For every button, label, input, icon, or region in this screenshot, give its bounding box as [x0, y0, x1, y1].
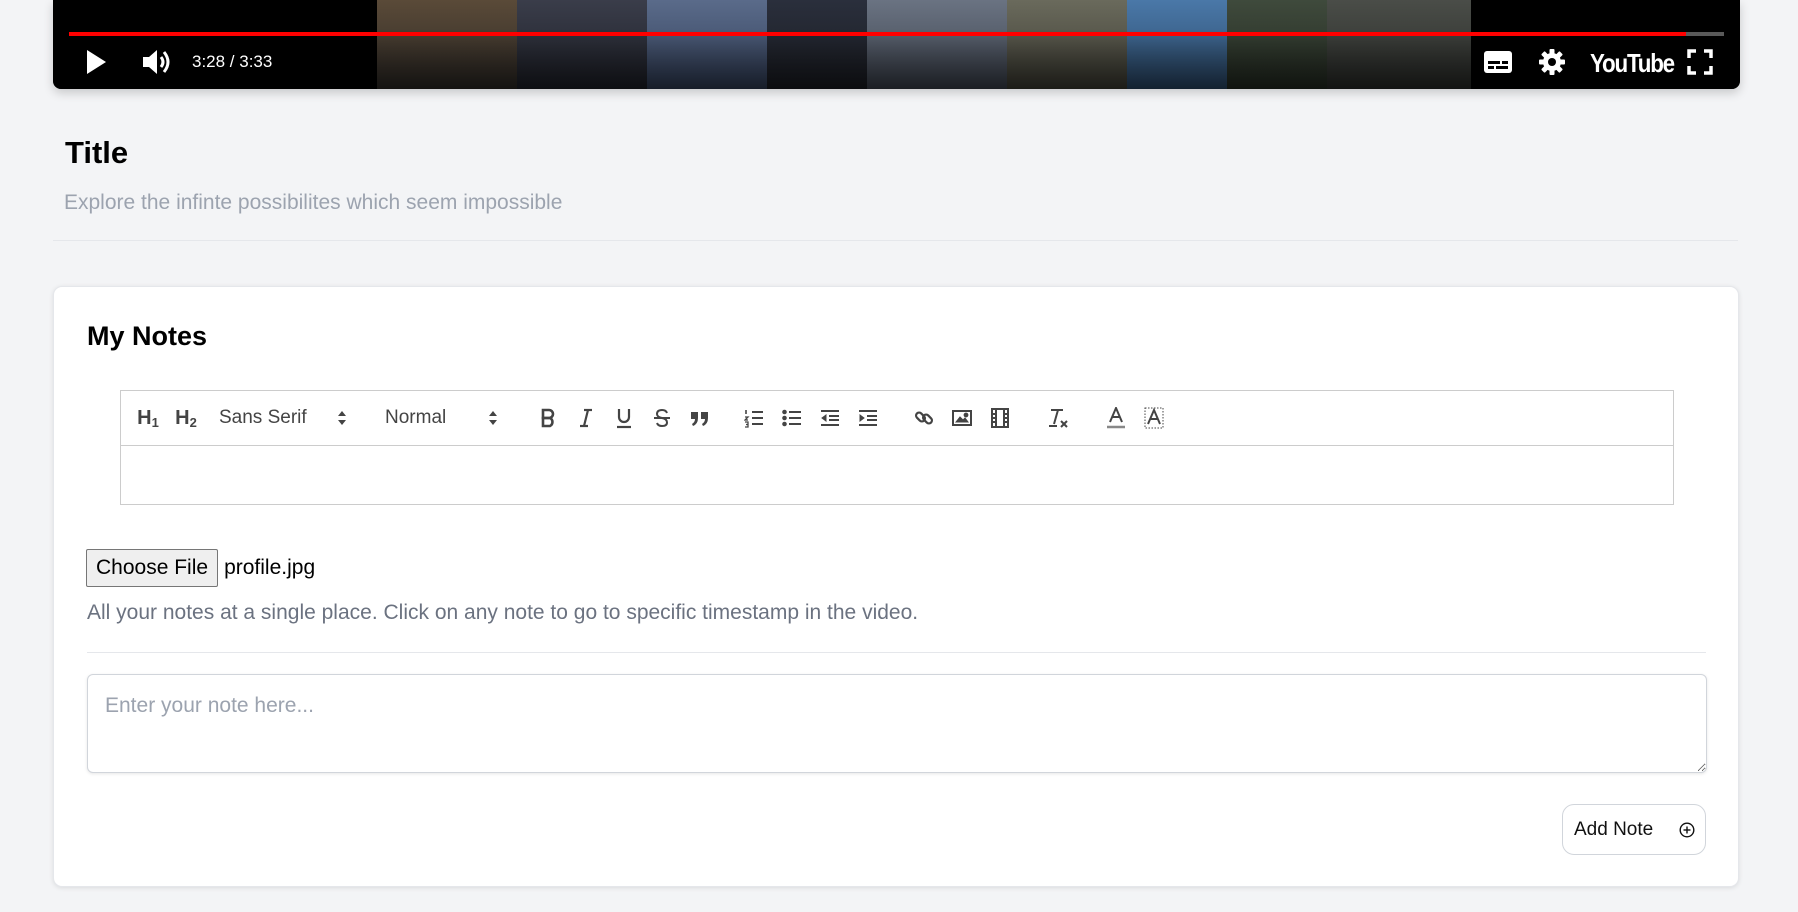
font-family-label: Sans Serif	[219, 407, 307, 428]
link-button[interactable]	[911, 405, 937, 431]
fullscreen-button[interactable]	[1683, 44, 1717, 80]
gear-icon	[1538, 48, 1566, 76]
background-color-button[interactable]	[1141, 405, 1167, 431]
video-icon	[990, 408, 1010, 428]
bold-button[interactable]	[535, 405, 561, 431]
background-color-icon	[1144, 407, 1164, 429]
clear-format-button[interactable]	[1045, 405, 1071, 431]
bold-icon	[539, 408, 557, 428]
choose-file-button[interactable]: Choose File	[86, 549, 219, 587]
play-button[interactable]	[79, 44, 113, 80]
progress-fill	[69, 32, 1686, 36]
indent-icon	[858, 408, 878, 428]
italic-button[interactable]	[573, 405, 599, 431]
plus-circle-icon	[1679, 821, 1695, 838]
editor-content[interactable]	[121, 447, 1673, 504]
image-icon	[952, 409, 972, 427]
ordered-list-button[interactable]	[741, 405, 767, 431]
video-description: Explore the infinte possibilites which s…	[64, 191, 563, 214]
ordered-list-icon	[744, 408, 764, 428]
note-textarea[interactable]	[87, 674, 1707, 773]
video-player[interactable]: 3:28 / 3:33 YouTube	[53, 0, 1740, 89]
link-icon	[914, 408, 934, 428]
play-icon	[84, 49, 108, 75]
strike-icon	[653, 408, 671, 428]
image-button[interactable]	[949, 405, 975, 431]
heading-1-icon: H1	[137, 406, 159, 430]
clear-format-icon	[1047, 407, 1069, 429]
video-title: Title	[65, 135, 129, 170]
fullscreen-icon	[1687, 49, 1713, 75]
font-family-select[interactable]: Sans Serif	[219, 405, 347, 431]
select-arrows-icon	[337, 409, 347, 427]
editor-toolbar: H1 H2 Sans Serif Normal	[121, 391, 1673, 446]
add-note-label: Add Note	[1574, 818, 1654, 840]
add-note-button[interactable]: Add Note	[1562, 804, 1706, 855]
rich-text-editor: H1 H2 Sans Serif Normal	[120, 390, 1674, 505]
strike-button[interactable]	[649, 405, 675, 431]
blockquote-icon	[690, 409, 710, 427]
divider	[87, 652, 1706, 653]
bullet-list-icon	[782, 408, 802, 428]
indent-button[interactable]	[855, 405, 881, 431]
notes-card: My Notes H1 H2 Sans Serif Normal Choose …	[53, 286, 1739, 887]
heading-1-button[interactable]: H1	[135, 405, 161, 431]
file-input[interactable]: Choose File profile.jpg	[86, 549, 315, 587]
volume-icon	[141, 48, 173, 76]
notes-help-text: All your notes at a single place. Click …	[87, 601, 919, 624]
bullet-list-button[interactable]	[779, 405, 805, 431]
blockquote-button[interactable]	[687, 405, 713, 431]
youtube-logo[interactable]: YouTube	[1590, 48, 1675, 79]
underline-icon	[615, 407, 633, 429]
subtitles-button[interactable]	[1481, 44, 1515, 80]
italic-icon	[578, 408, 594, 428]
text-color-icon	[1106, 407, 1126, 429]
heading-2-button[interactable]: H2	[173, 405, 199, 431]
outdent-icon	[820, 408, 840, 428]
video-button[interactable]	[987, 405, 1013, 431]
settings-button[interactable]	[1535, 44, 1569, 80]
file-name: profile.jpg	[224, 556, 316, 579]
heading-2-icon: H2	[175, 406, 197, 430]
font-size-label: Normal	[385, 407, 447, 428]
subtitles-icon	[1484, 51, 1512, 73]
divider	[53, 240, 1738, 241]
text-color-button[interactable]	[1103, 405, 1129, 431]
time-display: 3:28 / 3:33	[192, 52, 273, 71]
progress-bar[interactable]	[69, 32, 1724, 36]
volume-button[interactable]	[139, 44, 175, 80]
outdent-button[interactable]	[817, 405, 843, 431]
select-arrows-icon	[488, 409, 498, 427]
underline-button[interactable]	[611, 405, 637, 431]
notes-heading: My Notes	[87, 321, 208, 351]
font-size-select[interactable]: Normal	[385, 405, 498, 431]
